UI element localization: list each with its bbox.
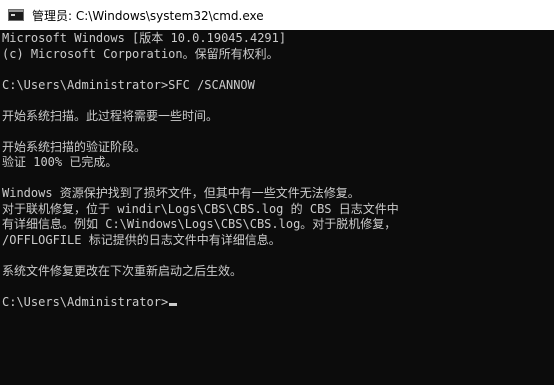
console-line: 开始系统扫描。此过程将需要一些时间。: [2, 108, 219, 123]
cmd-window: 管理员: C:\Windows\system32\cmd.exe Microso…: [0, 0, 554, 385]
window-title: 管理员: C:\Windows\system32\cmd.exe: [32, 8, 264, 23]
console-line: 对于联机修复，位于 windir\Logs\CBS\CBS.log 的 CBS …: [2, 201, 399, 216]
cmd-console-icon: [8, 9, 24, 21]
console-line: 系统文件修复更改在下次重新启动之后生效。: [2, 263, 243, 278]
prompt-line[interactable]: C:\Users\Administrator>: [2, 295, 554, 311]
console-line: 有详细信息。例如 C:\Windows\Logs\CBS\CBS.log。对于脱…: [2, 217, 397, 231]
console-line: 开始系统扫描的验证阶段。: [2, 139, 147, 154]
console-output[interactable]: Microsoft Windows [版本 10.0.19045.4291] (…: [0, 31, 554, 385]
console-line: /OFFLOGFILE 标记提供的日志文件中有详细信息。: [2, 232, 281, 247]
console-line: (c) Microsoft Corporation。保留所有权利。: [2, 46, 279, 61]
prompt-text: C:\Users\Administrator>: [2, 294, 169, 309]
text-cursor: [169, 302, 178, 306]
console-line: 验证 100% 已完成。: [2, 155, 118, 169]
console-line: Windows 资源保护找到了损坏文件，但其中有一些文件无法修复。: [2, 186, 360, 200]
console-line: C:\Users\Administrator>SFC /SCANNOW: [2, 77, 255, 92]
title-bar[interactable]: 管理员: C:\Windows\system32\cmd.exe: [0, 0, 554, 30]
console-line: Microsoft Windows [版本 10.0.19045.4291]: [2, 31, 287, 45]
